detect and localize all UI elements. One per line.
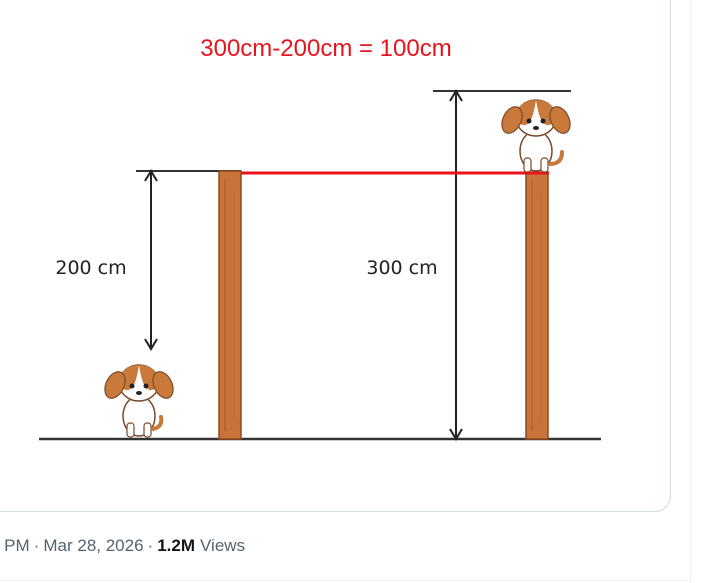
- difference-annotation: 300cm-200cm = 100cm: [200, 35, 451, 62]
- media-card[interactable]: 300cm-200cm = 100cm 200 cm 300 cm: [0, 0, 671, 512]
- views-label: Views: [200, 536, 246, 555]
- divider: [0, 580, 690, 581]
- height-diagram: 300cm-200cm = 100cm 200 cm 300 cm: [39, 35, 601, 441]
- puppy-ground-icon: [104, 364, 174, 438]
- timeline-border: [690, 0, 691, 583]
- post-meta: 9 PM · Mar 28, 2026 · 1.2M Views: [0, 536, 245, 556]
- right-pole: [525, 172, 549, 440]
- puppy-pole-icon: [501, 99, 571, 173]
- post-date-link[interactable]: Mar 28, 2026: [43, 536, 143, 556]
- meta-separator: ·: [33, 536, 40, 555]
- views-count[interactable]: 1.2M: [157, 536, 195, 556]
- left-pole: [218, 170, 242, 440]
- meta-separator: ·: [147, 536, 154, 555]
- left-height-label: 200 cm: [55, 257, 126, 279]
- right-height-label: 300 cm: [366, 257, 437, 279]
- post-time-link[interactable]: 9 PM: [0, 536, 30, 556]
- tweet-detail: 300cm-200cm = 100cm 200 cm 300 cm PM · M…: [0, 0, 713, 583]
